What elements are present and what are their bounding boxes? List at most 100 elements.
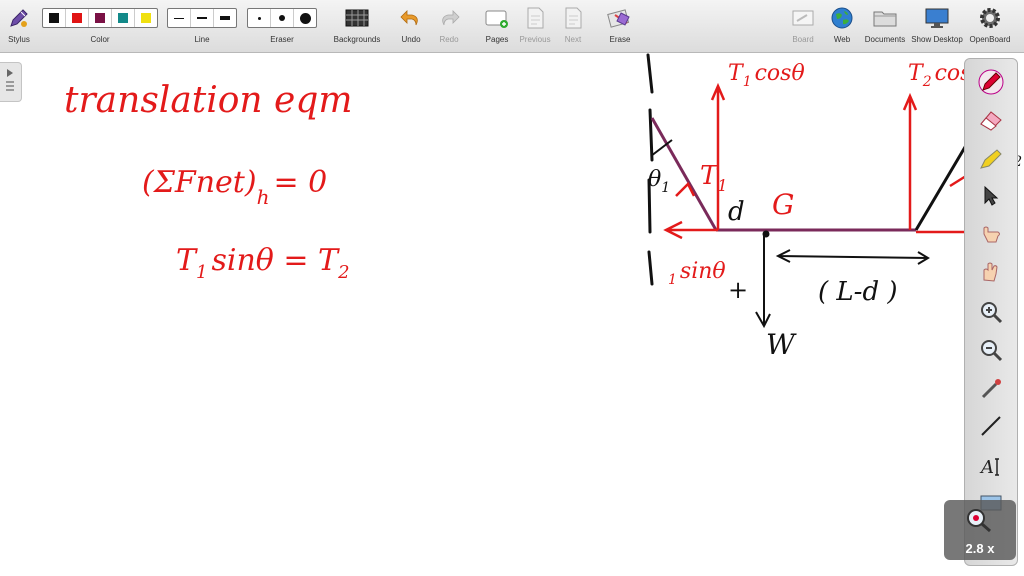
line-tool-button[interactable]: [974, 411, 1008, 441]
documents-button[interactable]: Documents: [862, 0, 908, 52]
show-desktop-label: Show Desktop: [911, 35, 963, 44]
documents-label: Documents: [864, 35, 906, 44]
label-g: G: [772, 188, 794, 221]
arrow-t1-cos-up: [710, 82, 726, 230]
zoom-indicator: 2.8 x: [944, 500, 1016, 560]
highlighter-icon: [980, 149, 1002, 169]
backgrounds-button[interactable]: Backgrounds: [330, 0, 384, 52]
label-t1-sin-theta: 1 sinθ: [668, 259, 726, 288]
arrow-t1-sin-left: [663, 220, 718, 240]
expand-arrow-icon: [6, 69, 14, 91]
openboard-menu-button[interactable]: OpenBoard: [966, 0, 1014, 52]
erase-label: Erase: [609, 35, 631, 44]
whiteboard-canvas[interactable]: translation eqm (ΣFnet)h = 0 T1 sinθ = T2 …: [0, 53, 1024, 576]
line-thin-option[interactable]: [168, 9, 191, 27]
page-panel-handle[interactable]: [0, 62, 22, 102]
zoom-out-icon: [981, 340, 1003, 362]
globe-icon: [830, 5, 854, 31]
undo-icon: [400, 5, 422, 31]
pen-icon: [978, 69, 1004, 95]
next-page-icon: [563, 5, 583, 31]
color-yellow-swatch[interactable]: [135, 9, 157, 27]
equation-translation-eqm: translation eqm: [64, 80, 353, 121]
redo-label: Redo: [439, 35, 459, 44]
pages-button[interactable]: Pages: [482, 0, 512, 52]
stylus-icon: [7, 5, 31, 31]
gear-icon: [978, 5, 1002, 31]
main-toolbar: Stylus Color Line Eraser Backgrounds Und…: [0, 0, 1024, 53]
zoom-out-button[interactable]: [974, 335, 1008, 365]
label-l-minus-d: ( L-d ): [818, 277, 898, 307]
cursor-arrow-icon: [984, 185, 999, 206]
web-button[interactable]: Web: [828, 0, 856, 52]
line-group: Line: [167, 0, 237, 52]
hand-tool-button[interactable]: [974, 257, 1008, 287]
line-width-selector: [167, 8, 237, 28]
line-label: Line: [194, 35, 210, 44]
selector-tool-button[interactable]: [974, 181, 1008, 211]
eraser-medium-option[interactable]: [271, 9, 294, 27]
redo-icon: [438, 5, 460, 31]
line-thick-option[interactable]: [214, 9, 236, 27]
color-red-swatch[interactable]: [66, 9, 89, 27]
highlighter-tool-button[interactable]: [974, 143, 1008, 173]
laser-pointer-icon: [981, 379, 1001, 399]
previous-button[interactable]: Previous: [518, 0, 552, 52]
label-d: d: [728, 197, 745, 227]
zoom-level-text: 2.8 x: [965, 541, 995, 556]
equation-t1sin-equals-t2: T1 sinθ = T2: [176, 243, 350, 283]
label-t1: T1: [700, 161, 728, 195]
hand-icon: [983, 262, 998, 282]
label-w: W: [766, 328, 797, 361]
undo-label: Undo: [401, 35, 421, 44]
board-icon: [791, 5, 815, 31]
show-desktop-button[interactable]: Show Desktop: [910, 0, 964, 52]
line-medium-option[interactable]: [191, 9, 214, 27]
add-page-icon: [484, 5, 510, 31]
color-palette: [42, 8, 158, 28]
line-icon: [981, 416, 1001, 436]
eraser-large-option[interactable]: [294, 9, 316, 27]
eraser-label: Eraser: [270, 35, 294, 44]
tool-palette: A: [964, 58, 1018, 566]
laser-pointer-button[interactable]: [974, 373, 1008, 403]
web-label: Web: [833, 35, 851, 44]
eraser-small-option[interactable]: [248, 9, 271, 27]
eraser-icon: [980, 111, 1002, 131]
interact-tool-button[interactable]: [974, 219, 1008, 249]
stylus-button[interactable]: Stylus: [4, 0, 34, 52]
redo-button[interactable]: Redo: [434, 0, 464, 52]
arrow-weight-down: [755, 236, 771, 329]
stylus-label: Stylus: [8, 35, 30, 44]
zoom-in-icon: [981, 302, 1003, 324]
previous-page-icon: [525, 5, 545, 31]
erase-board-icon: [607, 5, 633, 31]
pen-tool-button[interactable]: [974, 67, 1008, 97]
arrow-t2-cos-up: [902, 92, 918, 230]
desktop-monitor-icon: [924, 5, 950, 31]
pages-label: Pages: [485, 35, 509, 44]
openboard-label: OpenBoard: [969, 35, 1011, 44]
color-maroon-swatch[interactable]: [89, 9, 112, 27]
label-plus: +: [728, 276, 748, 304]
board-button[interactable]: Board: [788, 0, 818, 52]
color-teal-swatch[interactable]: [112, 9, 135, 27]
hand-pointer-icon: [983, 226, 1000, 243]
color-label: Color: [90, 35, 110, 44]
previous-label: Previous: [519, 35, 551, 44]
next-button[interactable]: Next: [558, 0, 588, 52]
text-tool-button[interactable]: A: [974, 451, 1008, 481]
eraser-tool-button[interactable]: [974, 105, 1008, 135]
color-black-swatch[interactable]: [43, 9, 66, 27]
folder-icon: [872, 5, 898, 31]
undo-button[interactable]: Undo: [396, 0, 426, 52]
backgrounds-label: Backgrounds: [333, 35, 381, 44]
magnifier-icon: [967, 509, 991, 533]
board-label: Board: [792, 35, 814, 44]
text-icon: A: [979, 457, 999, 478]
center-of-gravity-dot: [762, 230, 770, 238]
color-group: Color: [42, 0, 158, 52]
eraser-size-selector: [247, 8, 317, 28]
zoom-in-button[interactable]: [974, 297, 1008, 327]
erase-button[interactable]: Erase: [604, 0, 636, 52]
